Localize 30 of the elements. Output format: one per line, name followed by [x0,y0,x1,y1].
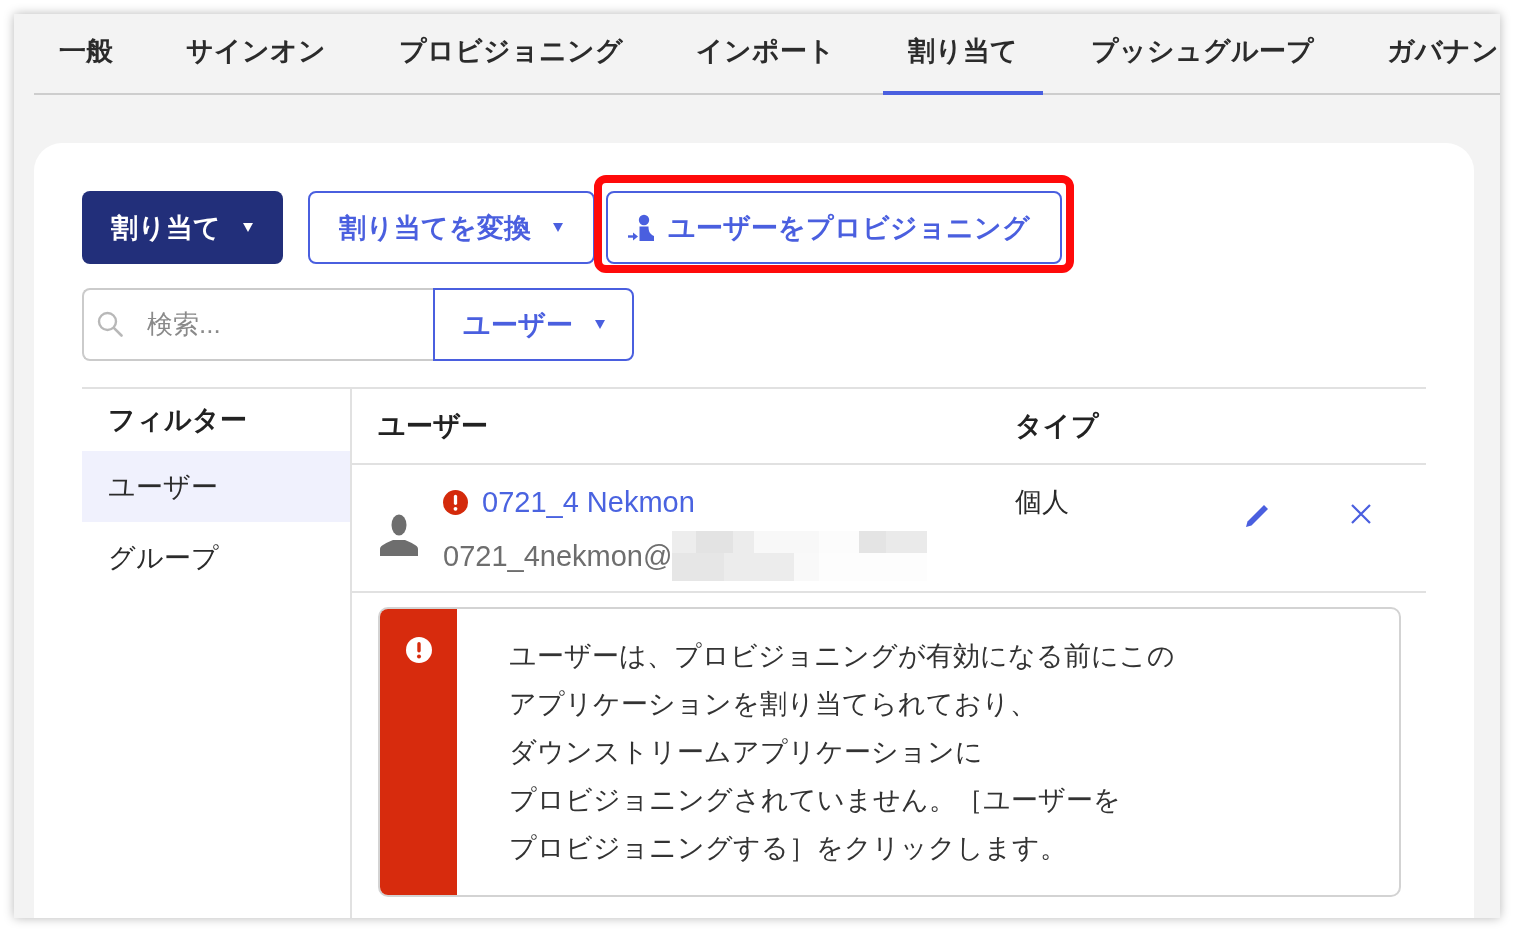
tab[interactable]: 割り当て [883,14,1043,95]
caret-icon [594,320,605,329]
dropdown-button[interactable]: 割り当てを変換 [308,191,595,264]
avatar-silhouette-icon [378,514,420,556]
user-type: 個人 [1015,487,1069,517]
column-header: タイプ [1015,411,1099,441]
caret-icon [553,223,563,232]
close-icon[interactable] [1350,503,1372,525]
alert-message: ユーザーは、プロビジョニングが有効になる前にこの アプリケーションを割り当てられており、 ダウンストリームアプリケーションに プロビジョニングされていません。［ユーザーを プロビジョニングする］をクリックします。 [508,640,1175,865]
caret-icon [243,223,253,232]
user-email: 0721_4nekmon@ [443,539,673,573]
person-arrow-icon [627,213,655,242]
search-field[interactable]: 検索... [82,288,433,361]
user-name-link[interactable]: 0721_4 Nekmon [482,485,695,519]
pencil-icon[interactable] [1246,503,1270,527]
provision-users-button[interactable]: ユーザーをプロビジョニング [606,191,1062,264]
alert-icon [405,637,432,663]
tab[interactable]: インポート [671,14,860,95]
search-icon [97,311,123,337]
scope-dropdown[interactable]: ユーザー [433,288,634,361]
column-header: ユーザー [378,411,488,441]
assign-menu-button[interactable]: 割り当て [82,191,283,264]
tab[interactable]: プッシュグループ [1066,14,1339,95]
tab[interactable]: サインオン [161,14,351,95]
filter-item[interactable]: グループ [82,522,350,593]
tab[interactable]: 一般 [34,14,138,95]
filter-heading: フィルター [107,404,248,437]
tab[interactable]: プロビジョニング [374,14,648,95]
tab[interactable]: ガバナン [1362,14,1500,95]
filter-item[interactable]: ユーザー [82,451,350,522]
